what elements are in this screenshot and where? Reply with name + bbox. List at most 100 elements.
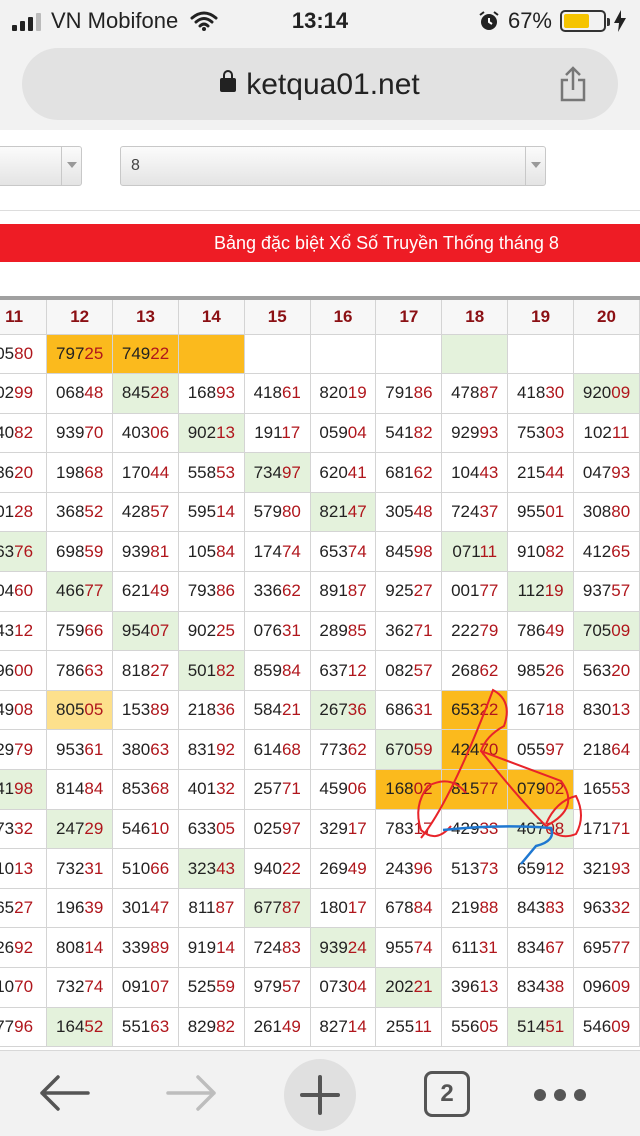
- result-cell: 78317: [375, 808, 443, 850]
- result-prefix: 10: [0, 977, 15, 997]
- result-last-two-digits: 03: [545, 422, 565, 442]
- result-last-two-digits: 06: [347, 779, 367, 799]
- result-prefix: 02: [0, 383, 15, 403]
- plus-icon[interactable]: [284, 1059, 356, 1131]
- result-last-two-digits: 57: [281, 977, 301, 997]
- result-prefix: 753: [516, 422, 546, 442]
- result-prefix: 401: [187, 779, 217, 799]
- result-prefix: 759: [56, 620, 85, 640]
- result-last-two-digits: 47: [150, 898, 170, 918]
- result-cell: 67059: [375, 729, 443, 771]
- result-prefix: 153: [121, 700, 151, 720]
- result-cell: 33989: [112, 927, 179, 968]
- address-bar[interactable]: ketqua01.net: [22, 48, 618, 120]
- result-cell: 92527: [375, 571, 443, 612]
- result-cell: 95407: [112, 610, 179, 652]
- month-select[interactable]: 8: [120, 146, 546, 186]
- result-prefix: 025: [253, 818, 282, 838]
- result-prefix: 541: [385, 422, 414, 442]
- result-last-two-digits: 13: [216, 422, 236, 442]
- column-header-day-20: 20: [573, 296, 640, 335]
- result-prefix: 49: [0, 700, 15, 720]
- result-last-two-digits: 86: [413, 383, 433, 403]
- result-cell: 62149: [112, 571, 179, 612]
- result-last-two-digits: 82: [14, 422, 34, 442]
- result-prefix: 071: [452, 541, 480, 561]
- result-prefix: 168: [385, 779, 414, 799]
- result-prefix: 653: [319, 541, 348, 561]
- result-prefix: 055: [516, 739, 546, 759]
- result-last-two-digits: 12: [14, 620, 34, 640]
- result-cell: 91914: [177, 927, 245, 968]
- result-last-two-digits: 27: [14, 898, 34, 918]
- result-cell: 42470: [441, 729, 509, 771]
- url-display[interactable]: ketqua01.net: [22, 68, 618, 102]
- result-last-two-digits: 17: [347, 898, 367, 918]
- result-last-two-digits: 21: [413, 977, 433, 997]
- result-prefix: 412: [582, 541, 612, 561]
- result-prefix: 678: [385, 898, 414, 918]
- result-last-two-digits: 17: [413, 818, 433, 838]
- result-last-two-digits: 73: [479, 858, 499, 878]
- result-prefix: 783: [385, 818, 414, 838]
- result-last-two-digits: 66: [150, 858, 170, 878]
- result-cell: 26862: [441, 650, 509, 691]
- result-prefix: 096: [582, 977, 612, 997]
- result-cell: 68162: [375, 452, 443, 493]
- result-prefix: 059: [319, 422, 348, 442]
- more-icon[interactable]: [534, 1089, 586, 1101]
- column-header-day-12: 12: [46, 296, 114, 335]
- result-prefix: 831: [187, 739, 217, 759]
- result-prefix: 429: [451, 818, 480, 838]
- year-select[interactable]: [0, 146, 82, 186]
- result-cell: 95361: [46, 729, 114, 771]
- share-icon[interactable]: [558, 66, 588, 102]
- url-text: ketqua01.net: [246, 68, 420, 101]
- result-cell: 69859: [46, 531, 114, 573]
- result-cell: 61131: [441, 927, 509, 968]
- result-last-two-digits: 97: [545, 739, 565, 759]
- result-last-two-digits: 09: [611, 977, 631, 997]
- result-cell: 41265: [573, 531, 640, 573]
- result-cell: 92009: [573, 373, 640, 414]
- result-cell: 30147: [112, 887, 179, 929]
- result-cell: 0128: [0, 491, 48, 533]
- result-last-two-digits: 76: [14, 541, 34, 561]
- result-last-two-digits: 93: [479, 422, 499, 442]
- result-last-two-digits: 13: [479, 977, 499, 997]
- result-last-two-digits: 62: [413, 462, 433, 482]
- back-arrow-icon[interactable]: [38, 1073, 90, 1113]
- result-cell: 30548: [375, 491, 443, 533]
- result-last-two-digits: 20: [611, 660, 631, 680]
- result-prefix: 843: [516, 898, 546, 918]
- result-last-two-digits: 49: [347, 858, 367, 878]
- result-prefix: 380: [121, 739, 151, 759]
- result-prefix: 407: [516, 818, 546, 838]
- tabs-icon[interactable]: 2: [424, 1071, 470, 1117]
- result-cell: 25771: [243, 769, 311, 810]
- results-table-wrap[interactable]: 11121314151617181920 0580797257492202990…: [0, 296, 640, 1048]
- result-prefix: 243: [385, 858, 414, 878]
- result-cell: 07111: [441, 531, 509, 573]
- result-last-two-digits: 48: [84, 383, 104, 403]
- battery-percent: 67%: [507, 8, 552, 33]
- result-last-two-digits: 65: [611, 541, 631, 561]
- result-last-two-digits: 39: [84, 898, 104, 918]
- result-last-two-digits: 66: [84, 620, 104, 640]
- result-prefix: 403: [121, 422, 151, 442]
- result-last-two-digits: 82: [545, 541, 565, 561]
- result-prefix: 611: [451, 937, 479, 957]
- result-prefix: 734: [253, 462, 282, 482]
- result-cell: 4908: [0, 689, 48, 731]
- result-cell: 33662: [243, 571, 311, 612]
- result-prefix: 10: [0, 858, 15, 878]
- result-cell: 83467: [507, 927, 575, 968]
- result-cell: 0580: [0, 333, 48, 375]
- result-prefix: 902: [187, 422, 217, 442]
- result-last-two-digits: 63: [150, 1016, 170, 1036]
- result-cell: 78649: [507, 610, 575, 652]
- result-prefix: 247: [56, 818, 85, 838]
- result-prefix: 215: [516, 462, 546, 482]
- result-last-two-digits: 05: [479, 1016, 499, 1036]
- forward-arrow-icon[interactable]: [166, 1073, 218, 1113]
